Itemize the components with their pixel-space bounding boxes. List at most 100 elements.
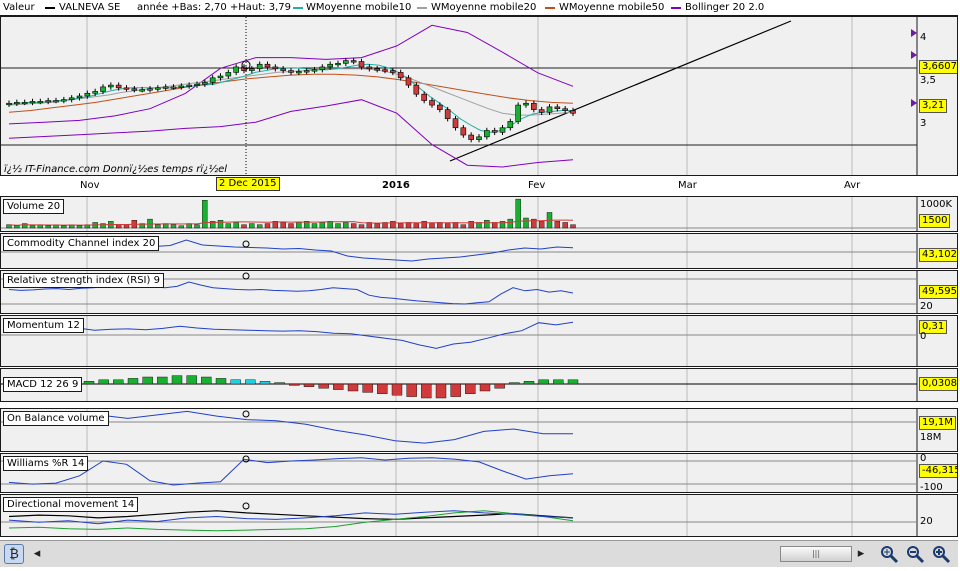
obv-label: On Balance volume: [3, 411, 109, 426]
williams-tick-100: -100: [920, 482, 943, 493]
candle-body-19: [155, 87, 161, 90]
volume-bar-5: [45, 225, 51, 229]
rsi-panel[interactable]: Relative strength index (RSI) 9 49,595 2…: [0, 270, 958, 314]
momentum-panel[interactable]: Momentum 12 0,31 0: [0, 315, 958, 367]
axis-avr: Avr: [844, 180, 861, 191]
last-price-box: 3,6607: [919, 60, 957, 74]
macd-bar-16: [318, 383, 329, 389]
candle-body-39: [311, 69, 318, 72]
candle-body-70: [554, 106, 561, 110]
candle-body-62: [491, 130, 498, 133]
watermark: ï¿½ IT-Finance.com Donnï¿½es temps rï¿½e…: [4, 164, 228, 175]
macd-bar-28: [494, 383, 505, 389]
macd-bar-5: [157, 376, 168, 385]
macd-bar-13: [274, 382, 285, 385]
volume-bar-32: [256, 224, 263, 229]
candle-body-34: [272, 66, 279, 70]
axis-2016: 2016: [382, 180, 410, 191]
cursor-date-box: 2 Dec 2015: [216, 177, 280, 191]
bottom-toolbar: ₿ ◂ ||| ▸: [0, 540, 958, 567]
candle-body-10: [84, 92, 91, 97]
volume-bar-15: [123, 224, 130, 229]
momentum-label: Momentum 12: [3, 318, 84, 333]
candle-body-72: [570, 110, 576, 114]
volume-bar-1: [14, 225, 20, 229]
candle-body-59: [468, 134, 474, 140]
candle-body-13: [108, 84, 114, 88]
candle-body-14: [115, 84, 122, 89]
williams-label: Williams %R 14: [3, 456, 89, 471]
volume-panel[interactable]: Volume 20 1000K 1500: [0, 196, 958, 232]
candle-body-47: [374, 68, 380, 71]
dmi-svg: [1, 495, 918, 536]
price-tick-4: 4: [920, 32, 927, 43]
zoom-fit-icon[interactable]: [878, 544, 900, 564]
candle-body-38: [303, 70, 310, 73]
legend-ma20: WMoyenne mobile20: [431, 2, 537, 13]
volume-bar-37: [296, 222, 302, 229]
macd-bar-12: [259, 380, 271, 385]
price-tick-3-5: 3,5: [920, 75, 936, 86]
williams-svg: [1, 454, 918, 492]
candle-body-22: [178, 85, 185, 88]
volume-bar-68: [538, 221, 545, 229]
volume-bar-3: [29, 225, 36, 229]
legend-valeur: Valeur: [3, 2, 35, 13]
candle-body-60: [476, 136, 482, 140]
price-marker-1: [911, 51, 917, 59]
candle-body-15: [123, 87, 130, 90]
candle-body-33: [264, 63, 271, 68]
candle-body-44: [350, 60, 357, 63]
horizontal-scrollbar[interactable]: |||: [780, 546, 852, 562]
volume-bar-7: [61, 225, 67, 229]
rsi-tick-20: 20: [920, 301, 933, 312]
volume-bar-44: [350, 223, 357, 229]
candle-body-36: [288, 70, 294, 73]
volume-bar-29: [233, 222, 239, 229]
dmi-panel[interactable]: Directional movement 14 20: [0, 494, 958, 537]
price-marker-2: [911, 99, 917, 107]
obv-panel[interactable]: On Balance volume 19,1M 18M: [0, 408, 958, 452]
candle-body-11: [92, 91, 98, 94]
candle-body-23: [186, 84, 192, 87]
axis-fev: Fev: [528, 180, 546, 191]
williams-panel[interactable]: Williams %R 14 0 -46,315 -100: [0, 453, 958, 493]
volume-bar-19: [155, 224, 161, 229]
scroll-right-icon[interactable]: ▸: [854, 544, 868, 564]
volume-bar-31: [249, 223, 255, 229]
volume-bar-52: [413, 223, 420, 229]
candle-body-26: [209, 77, 216, 83]
candle-body-66: [523, 102, 529, 106]
legend-ma10-swatch: [293, 7, 303, 9]
macd-bar-23: [421, 383, 432, 399]
candle-body-69: [546, 106, 553, 113]
scroll-left-icon[interactable]: ◂: [28, 544, 46, 564]
williams-line: [8, 457, 574, 486]
macd-bar-7: [186, 375, 197, 385]
candle-body-37: [296, 71, 302, 74]
macd-panel[interactable]: MACD 12 26 9 0,0308: [0, 368, 958, 402]
candle-body-16: [131, 88, 138, 91]
price-chart-panel[interactable]: 4 3,5 3 3,6607 3,21 ï¿½ IT-Finance.com D…: [0, 16, 958, 176]
candle-body-1: [14, 102, 20, 105]
volume-bar-33: [264, 223, 271, 229]
volume-tick: 1000K: [920, 199, 953, 210]
candle-body-6: [53, 100, 59, 103]
zoom-in-icon[interactable]: [930, 544, 952, 564]
candle-body-20: [162, 86, 169, 89]
candle-body-50: [397, 72, 404, 79]
macd-bar-20: [377, 383, 388, 395]
scrollbar-thumb[interactable]: |||: [781, 547, 851, 561]
macd-bar-19: [362, 383, 373, 393]
dmi-tick-20: 20: [920, 516, 933, 527]
candle-body-8: [68, 97, 75, 100]
settings-icon[interactable]: ₿: [4, 544, 24, 564]
candle-body-56: [444, 109, 451, 119]
candle-body-2: [21, 102, 28, 105]
volume-bar-39: [311, 223, 318, 229]
cci-value-box: 43,1022: [919, 248, 957, 262]
zoom-out-icon[interactable]: [904, 544, 926, 564]
dmi-label: Directional movement 14: [3, 497, 139, 512]
cci-panel[interactable]: Commodity Channel index 20 43,1022: [0, 233, 958, 269]
momentum-svg: [1, 316, 918, 366]
